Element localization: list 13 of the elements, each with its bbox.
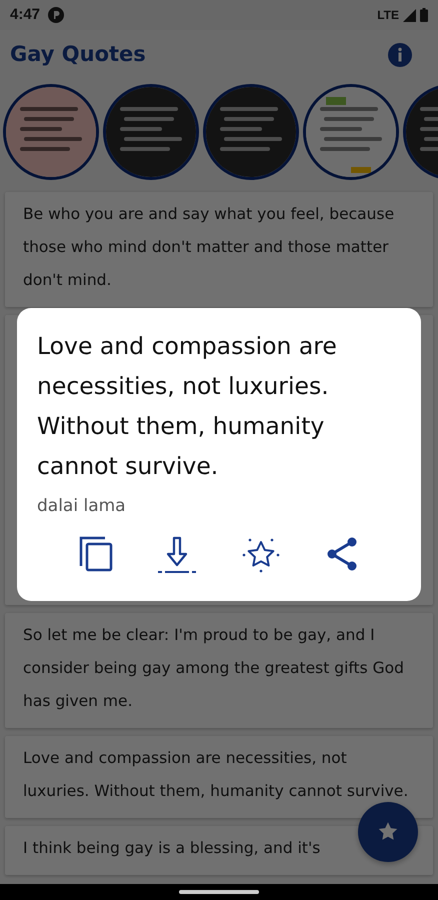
quote-author: dalai lama [37, 495, 126, 518]
status-time: 4:47 [10, 4, 40, 25]
battery-icon [420, 8, 428, 22]
quote-text: Love and compassion are necessities, not luxuries. Without them, humanity cannot survive. [23, 748, 410, 802]
quote-text: I think being gay is a blessing, and it's [23, 838, 322, 859]
notification-icon [48, 7, 64, 23]
app-title: Gay Quotes [10, 41, 146, 68]
quote-text: So let me be clear: I'm proud to be gay, and I consider being gay among the greatest gifts God has given me. [23, 625, 405, 712]
info-icon[interactable] [386, 41, 414, 69]
dialog-quote: Love and compassion are necessities, not luxuries. Without them, humanity cannot survive. [37, 331, 338, 482]
quote-text: Be who you are and say what you feel, because those who mind don't matter and those matter don't mind. [23, 204, 396, 291]
network-label: LTE [377, 7, 399, 24]
signal-icon [403, 8, 416, 22]
